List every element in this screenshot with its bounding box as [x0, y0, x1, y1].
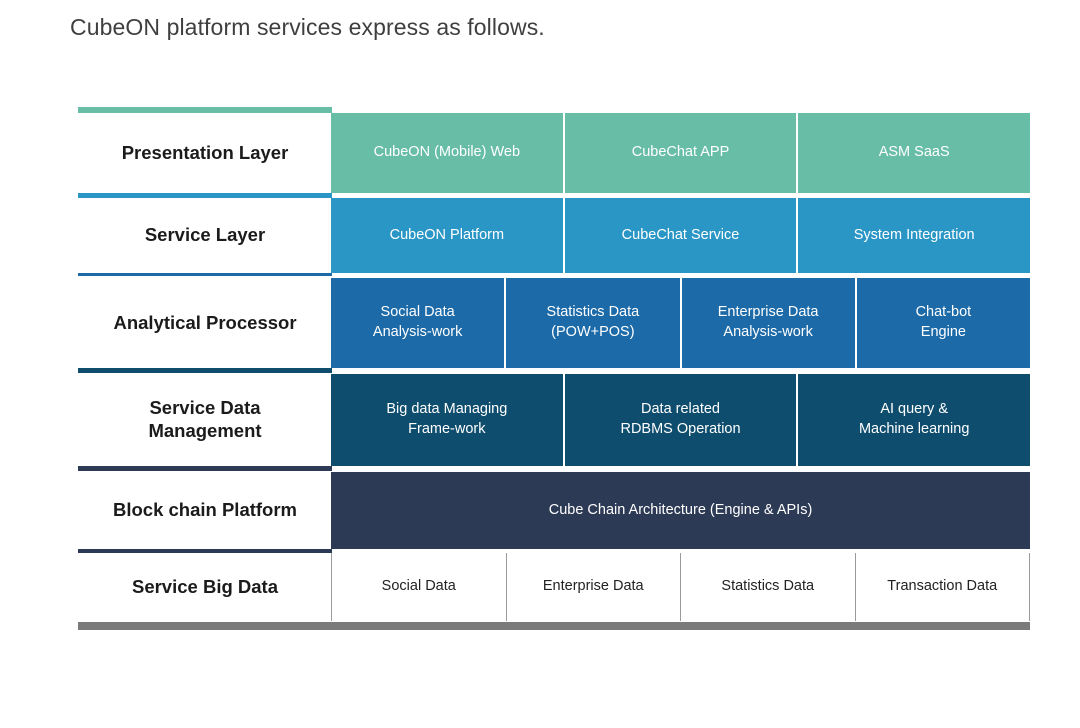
cell-text: AI query & Machine learning — [858, 401, 970, 437]
layer-row-6: Social Data Enterprise Data Statistics Dat… — [331, 553, 1030, 621]
layer-label-5[interactable]: Block chain Platform — [78, 472, 332, 549]
layer-6-cell-4[interactable]: Transaction Data — [855, 553, 1029, 621]
layer-label-4[interactable]: Service Data Management — [78, 374, 332, 466]
layer-row-1: CubeON (Mobile) Web CubeChat APP ASM SaaS — [331, 113, 1030, 193]
cell-text: Statistics Data — [721, 578, 815, 595]
cell-text: Enterprise Data — [542, 578, 644, 595]
layer-label-text: Block chain Platform — [112, 499, 297, 521]
cell-text: Statistics Data (POW+POS) — [546, 304, 640, 340]
layer-row-4: Big data Managing Frame-work Data related R… — [331, 374, 1030, 466]
layer-label-text: Service Layer — [144, 224, 266, 246]
layer-label-text: Analytical Processor — [113, 311, 297, 333]
layer-label-6[interactable]: Service Big Data — [78, 553, 332, 621]
layer-label-1[interactable]: Presentation Layer — [78, 113, 332, 193]
layer-3-cell-4[interactable]: Chat-bot Engine — [857, 278, 1030, 368]
base-foundation-bar — [78, 622, 1030, 630]
cell-text: CubeChat Service — [621, 226, 740, 243]
layer-1-cell-2[interactable]: CubeChat APP — [565, 113, 799, 193]
cell-text: CubeON (Mobile) Web — [373, 144, 521, 161]
layer-2-cell-2[interactable]: CubeChat Service — [565, 198, 799, 273]
cell-text: Big data Managing Frame-work — [386, 401, 508, 437]
layer-label-3[interactable]: Analytical Processor — [78, 278, 332, 368]
cell-text: Cube Chain Architecture (Engine & APIs) — [548, 501, 813, 518]
layer-2-cell-3[interactable]: System Integration — [798, 198, 1030, 273]
cell-text: Transaction Data — [887, 578, 998, 595]
cell-text: CubeON Platform — [389, 226, 505, 243]
cell-text: ASM SaaS — [878, 144, 950, 161]
layer-row-5: Cube Chain Architecture (Engine & APIs) — [331, 472, 1030, 549]
cell-text: Data related RDBMS Operation — [620, 401, 741, 437]
layer-5-cell-1[interactable]: Cube Chain Architecture (Engine & APIs) — [331, 472, 1030, 549]
layer-row-3: Social Data Analysis-work Statistics Data(… — [331, 278, 1030, 368]
layer-1-cell-3[interactable]: ASM SaaS — [798, 113, 1030, 193]
layer-row-2: CubeON Platform CubeChat Service System In… — [331, 198, 1030, 273]
cell-text: Enterprise Data Analysis-work — [717, 304, 819, 340]
layer-6-cell-2[interactable]: Enterprise Data — [506, 553, 681, 621]
layer-label-text: Service Data Management — [148, 397, 262, 441]
layer-1-cell-1[interactable]: CubeON (Mobile) Web — [331, 113, 565, 193]
cell-text: System Integration — [853, 226, 975, 243]
layer-4-cell-1[interactable]: Big data Managing Frame-work — [331, 374, 565, 466]
cell-text: Chat-bot Engine — [915, 304, 972, 340]
slide-canvas: CubeON platform services express as foll… — [0, 0, 1080, 728]
layer-label-2[interactable]: Service Layer — [78, 198, 332, 273]
page-title: CubeON platform services express as foll… — [70, 14, 545, 40]
layer-label-column: Presentation Layer Service Layer Analytica… — [78, 103, 332, 630]
layer-6-cell-3[interactable]: Statistics Data — [681, 553, 856, 621]
architecture-diagram: Presentation Layer Service Layer Analytica… — [78, 103, 1030, 630]
layer-2-cell-1[interactable]: CubeON Platform — [331, 198, 565, 273]
layer-4-cell-3[interactable]: AI query & Machine learning — [798, 374, 1030, 466]
layer-3-cell-3[interactable]: Enterprise Data Analysis-work — [682, 278, 857, 368]
layer-label-text: Presentation Layer — [121, 141, 289, 163]
layer-3-cell-1[interactable]: Social Data Analysis-work — [331, 278, 507, 368]
layer-label-text: Service Big Data — [131, 575, 278, 597]
layer-6-cell-1[interactable]: Social Data — [332, 553, 507, 621]
layer-rows-column: CubeON (Mobile) Web CubeChat APP ASM SaaS C… — [331, 103, 1030, 630]
cell-text: Social Data — [381, 578, 456, 595]
cell-text: CubeChat APP — [631, 144, 730, 161]
cell-text: Social Data Analysis-work — [372, 304, 463, 340]
layer-3-cell-2[interactable]: Statistics Data (POW+POS) — [506, 278, 682, 368]
layer-4-cell-2[interactable]: Data related RDBMS Operation — [565, 374, 799, 466]
